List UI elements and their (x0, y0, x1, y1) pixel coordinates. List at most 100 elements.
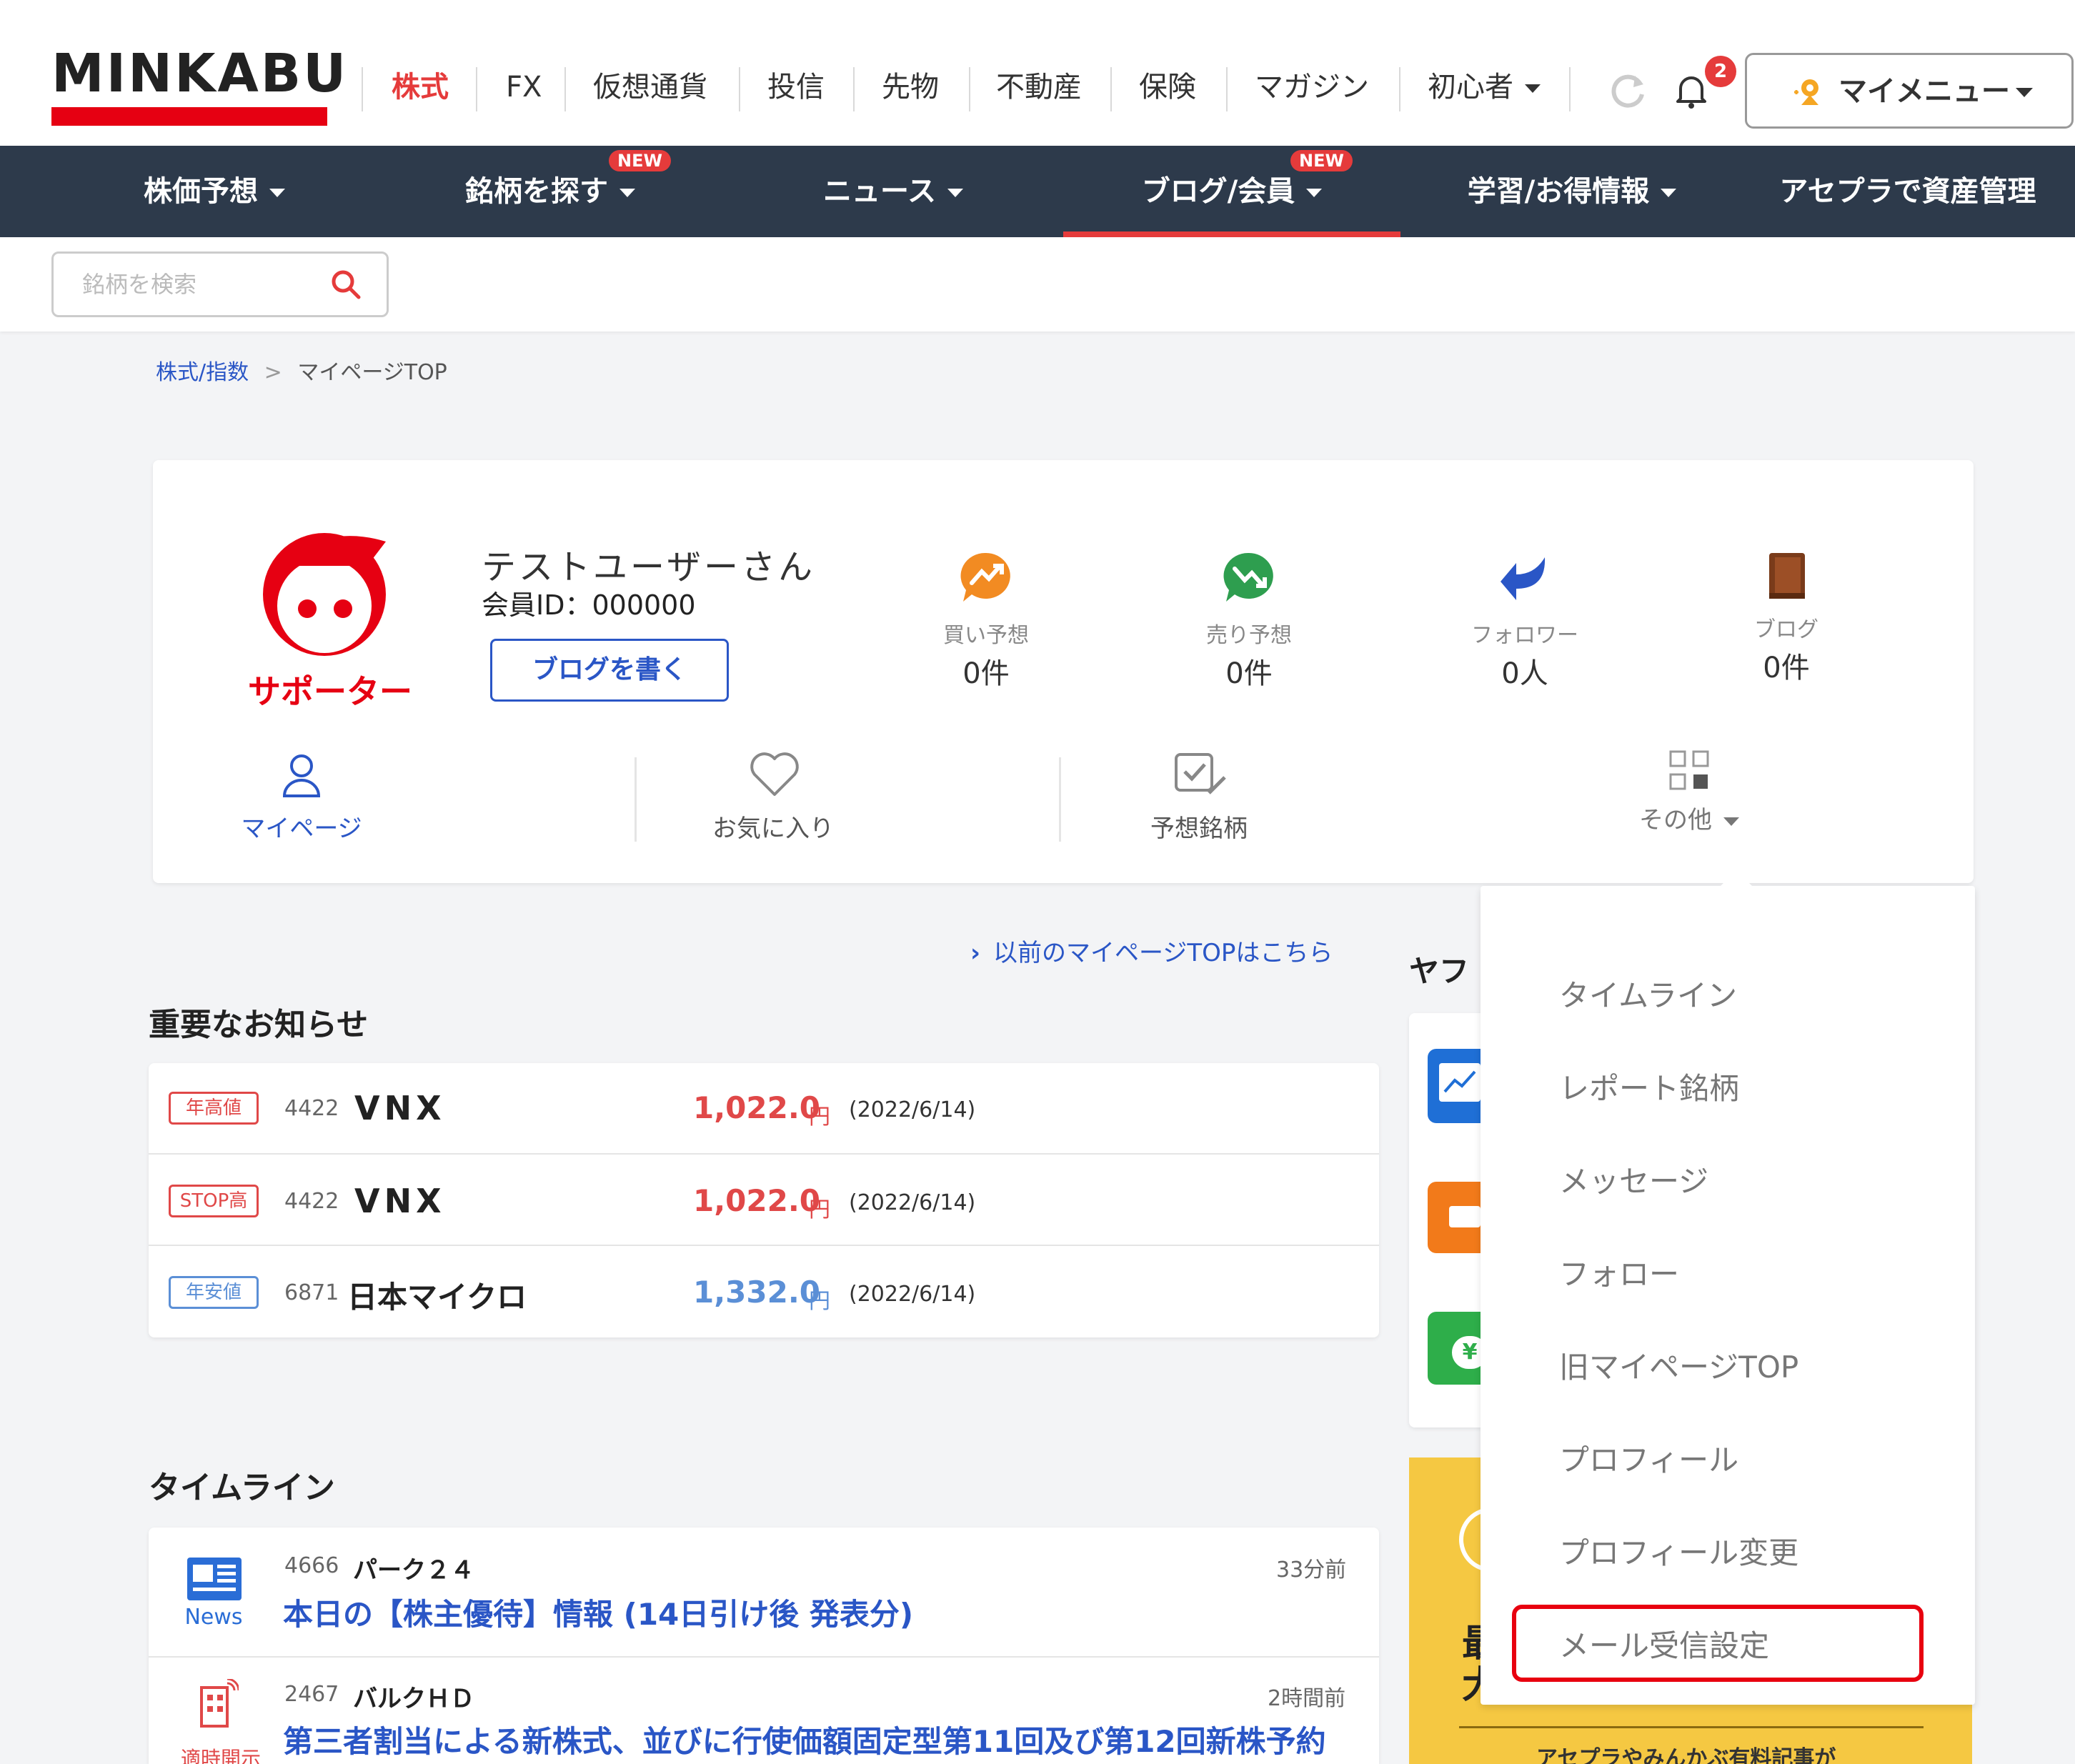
nav-insurance[interactable]: 保険 (1139, 66, 1196, 109)
timeline-title: タイムライン (149, 1470, 335, 1506)
stock-name: VNX (354, 1089, 446, 1127)
checklist-icon (1173, 752, 1228, 797)
stock-code: 4422 (284, 1189, 339, 1214)
nav-crypto[interactable]: 仮想通貨 (593, 66, 707, 109)
my-menu-button[interactable]: マイメニュー (1745, 53, 2074, 129)
news-headline[interactable]: 本日の【株主優待】情報 (14日引け後 発表分) (283, 1590, 913, 1634)
quick-link-favorites[interactable]: お気に入り (667, 752, 879, 844)
nav-stocks[interactable]: 株式 (392, 66, 449, 109)
nav-realestate[interactable]: 不動産 (996, 66, 1082, 109)
quick-link-label: マイページ (241, 814, 362, 843)
follower-icon (1499, 553, 1553, 604)
stock-name: 日本マイクロ (347, 1280, 527, 1315)
minkabu-logo[interactable]: MINKABU (51, 43, 349, 126)
news-icon-label: News (184, 1605, 243, 1630)
disclosure-building-icon (196, 1679, 239, 1729)
new-badge: NEW (1290, 150, 1353, 171)
supporter-avatar (246, 516, 403, 659)
notice-row[interactable]: STOP高 4422 VNX 1,022.0 円 (2022/6/14) (149, 1155, 1379, 1246)
notice-row[interactable]: 年安値 6871 日本マイクロ 1,332.0 円 (2022/6/14) (149, 1246, 1379, 1337)
old-mypage-link[interactable]: › 以前のマイページTOPはこちら (970, 933, 1333, 968)
notice-row[interactable]: 年高値 4422 VNX 1,022.0 円 (2022/6/14) (149, 1063, 1379, 1155)
dropdown-pointer (1721, 870, 1752, 886)
mainnav-asset-management[interactable]: アセプラで資産管理 (1758, 146, 2058, 237)
mainnav-label: 銘柄を探す (465, 175, 608, 208)
quick-link-forecast-stocks[interactable]: 予想銘柄 (1093, 752, 1305, 844)
search-icon[interactable] (329, 267, 363, 302)
chevron-right-icon: › (970, 939, 981, 967)
nav-divider (1226, 67, 1228, 111)
nav-beginner[interactable]: 初心者 (1428, 66, 1541, 109)
price-unit: 円 (809, 1289, 830, 1314)
nav-divider (739, 67, 740, 111)
quick-link-other[interactable]: その他 (1583, 749, 1795, 842)
stock-code: 2467 (284, 1682, 339, 1707)
newspaper-icon (186, 1556, 243, 1602)
quick-link-label: 予想銘柄 (1150, 814, 1248, 843)
disclosure-headline[interactable]: 第三者割当による新株式、並びに行使価額固定型第11回及び第12回新株予約 (283, 1718, 1326, 1761)
company-name: バルクＨＤ (353, 1685, 474, 1713)
stat-value[interactable]: 0人 (1439, 650, 1611, 692)
member-id: 会員ID：000000 (482, 589, 696, 621)
old-mypage-link-label: 以前のマイページTOPはこちら (993, 939, 1333, 967)
chevron-down-icon (269, 189, 285, 197)
notification-badge: 2 (1705, 56, 1736, 87)
chevron-down-icon (1306, 189, 1323, 197)
quick-link-label: その他 (1639, 806, 1712, 834)
menu-item-report-stocks[interactable]: レポート銘柄 (1559, 1065, 1739, 1108)
mainnav-label: ニュース (823, 175, 936, 208)
banner-text: アセプラやみんかぶ有料記事が (1536, 1746, 1836, 1764)
stat-value[interactable]: 0件 (900, 650, 1072, 692)
nav-divider (564, 67, 566, 111)
heart-icon (749, 752, 800, 799)
nav-divider (969, 67, 970, 111)
quick-link-mypage[interactable]: マイページ (196, 752, 407, 844)
menu-item-follow[interactable]: フォロー (1559, 1250, 1679, 1294)
logo-text: MINKABU (51, 43, 349, 104)
quick-link-label: お気に入り (712, 814, 834, 843)
mainnav-learning[interactable]: 学習/お得情報 (1436, 146, 1708, 237)
bell-icon[interactable] (1673, 71, 1709, 110)
highlight-box (1512, 1605, 1924, 1682)
menu-item-old-mypage[interactable]: 旧マイページTOP (1559, 1343, 1798, 1387)
nav-divider (1399, 67, 1400, 111)
banner-divider (1459, 1726, 1924, 1728)
stat-value[interactable]: 0件 (1163, 650, 1335, 692)
message-icon (1449, 1206, 1481, 1227)
main-nav: 株価予想 銘柄を探す NEW ニュース ブログ/会員 NEW 学習/お得情報 ア… (0, 146, 2075, 237)
chart-icon (1439, 1063, 1481, 1102)
my-menu-label: マイメニュー (1838, 75, 2010, 108)
refresh-icon[interactable] (1606, 69, 1649, 111)
sell-forecast-icon (1220, 550, 1278, 604)
timeline-item[interactable]: News 4666 パーク２４ 33分前 本日の【株主優待】情報 (14日引け後… (149, 1528, 1379, 1658)
mainnav-news[interactable]: ニュース (772, 146, 1015, 237)
nav-magazine[interactable]: マガジン (1255, 66, 1369, 109)
nav-fx[interactable]: FX (506, 66, 542, 109)
timeline-item[interactable]: 適時開示 2467 バルクＨＤ 2時間前 第三者割当による新株式、並びに行使価額… (149, 1658, 1379, 1764)
chevron-down-icon (1525, 84, 1541, 93)
grid-icon (1668, 749, 1711, 792)
breadcrumb-stocks[interactable]: 株式/指数 (156, 360, 249, 385)
divider (1059, 757, 1061, 842)
menu-item-messages[interactable]: メッセージ (1559, 1157, 1708, 1201)
notices-card: 年高値 4422 VNX 1,022.0 円 (2022/6/14) STOP高… (149, 1063, 1379, 1337)
nav-divider (1569, 67, 1571, 111)
mainnav-forecast[interactable]: 株価予想 (93, 146, 336, 237)
nav-divider (362, 67, 363, 111)
new-badge: NEW (609, 150, 671, 171)
nav-divider (853, 67, 855, 111)
high-badge: 年高値 (169, 1092, 259, 1125)
my-menu-icon (1791, 76, 1827, 109)
nav-funds[interactable]: 投信 (767, 66, 825, 109)
divider (635, 757, 637, 842)
top-header: MINKABU 株式 FX 仮想通貨 投信 先物 不動産 保険 マガジン 初心者… (0, 0, 2075, 146)
nav-futures[interactable]: 先物 (882, 66, 939, 109)
menu-item-profile[interactable]: プロフィール (1559, 1436, 1738, 1480)
stat-label: 売り予想 (1206, 623, 1292, 648)
stat-value[interactable]: 0件 (1701, 644, 1872, 686)
buy-forecast-icon (957, 550, 1015, 604)
write-blog-button[interactable]: ブログを書く (490, 639, 729, 702)
menu-item-edit-profile[interactable]: プロフィール変更 (1559, 1529, 1798, 1573)
menu-item-timeline[interactable]: タイムライン (1559, 972, 1737, 1015)
nav-beginner-label: 初心者 (1428, 71, 1513, 104)
